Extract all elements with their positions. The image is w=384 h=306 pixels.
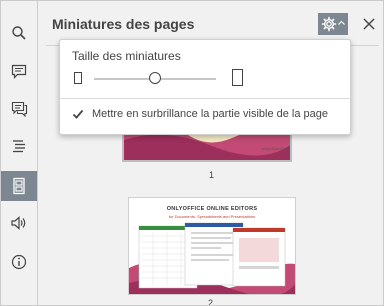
large-size-icon <box>232 69 243 86</box>
search-icon <box>12 26 26 40</box>
speaker-button[interactable] <box>4 208 34 238</box>
navigation-button[interactable] <box>4 131 34 161</box>
window: Miniatures des pages onlyoffice.com 1 ON… <box>0 0 384 306</box>
slider-handle[interactable] <box>149 72 161 84</box>
menu-divider <box>60 98 350 99</box>
highlight-visible-part-label: Mettre en surbrillance la partie visible… <box>92 108 329 120</box>
left-toolbar <box>1 1 38 305</box>
info-icon <box>11 254 27 270</box>
page-thumbnail-2[interactable]: ONLYOFFICE ONLINE EDITORS for Documents,… <box>128 197 296 295</box>
svg-text:onlyoffice.com: onlyoffice.com <box>262 146 288 151</box>
small-size-icon <box>74 72 82 84</box>
thumbnail-settings-button[interactable] <box>318 13 348 35</box>
page-number-2: 2 <box>208 298 214 306</box>
page-2-preview <box>129 222 295 294</box>
comments-icon <box>11 64 27 79</box>
close-button[interactable] <box>360 15 378 33</box>
gear-icon <box>321 16 337 32</box>
chat-button[interactable] <box>4 94 34 124</box>
navigation-icon <box>13 140 25 153</box>
page-thumbnails-icon <box>13 177 25 195</box>
info-button[interactable] <box>4 247 34 277</box>
search-button[interactable] <box>4 18 34 48</box>
page-thumbnails-button[interactable] <box>1 171 37 201</box>
chevron-up-icon <box>338 20 345 25</box>
comments-button[interactable] <box>4 56 34 86</box>
page-number-1: 1 <box>209 170 215 180</box>
thumbnail-size-label: Taille des miniatures <box>72 49 181 63</box>
panel-title: Miniatures des pages <box>52 16 195 32</box>
thumbnail-settings-menu: Taille des miniatures Mettre en surbrill… <box>59 39 351 135</box>
speaker-icon <box>11 216 26 230</box>
check-icon <box>72 109 84 119</box>
close-icon <box>363 18 375 30</box>
highlight-visible-part-option[interactable]: Mettre en surbrillance la partie visible… <box>60 102 350 128</box>
chat-icon <box>11 101 27 117</box>
